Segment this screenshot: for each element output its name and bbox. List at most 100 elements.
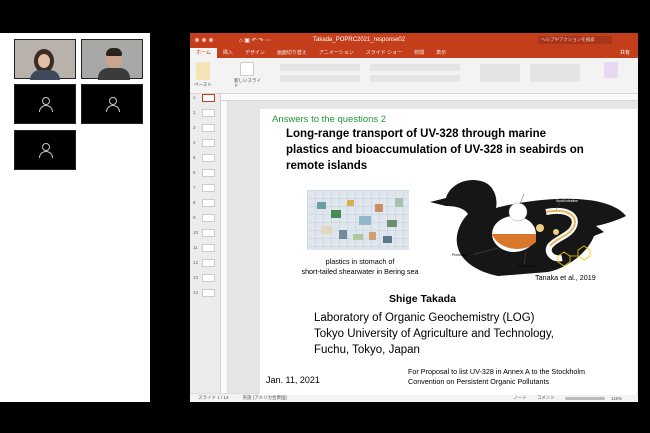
slide-thumbnail[interactable] [202, 184, 215, 192]
thumbnail-number: 14 [193, 290, 199, 295]
share-right-margin [638, 33, 650, 402]
ribbon: ペースト 新しいスライド [190, 58, 638, 94]
paragraph-controls[interactable] [370, 64, 460, 71]
quick-access-icons[interactable]: ⌂ ▣ ↶ ↷ ⋯ [239, 37, 271, 44]
drawing-controls[interactable] [530, 64, 580, 82]
participant-avatar-tile[interactable] [14, 84, 76, 124]
user-icon [38, 143, 53, 158]
thumbnail-number: 2 [193, 110, 196, 115]
top-black-band [0, 0, 650, 33]
slide-thumbnail[interactable] [202, 154, 215, 162]
image-caption: plastics in stomach of short-tailed shea… [290, 257, 430, 277]
screen: ⌂ ▣ ↶ ↷ ⋯ Takada_POPRC2021_response02 ヘル… [0, 0, 650, 433]
slide-thumbnail[interactable] [202, 169, 215, 177]
participant-gallery [0, 33, 150, 402]
new-slide-label: 新しいスライド [234, 78, 261, 88]
label-duodenum: Duodenum [518, 264, 535, 268]
label-small-intestine: Small intestine [556, 199, 579, 203]
font-selector[interactable] [280, 64, 360, 71]
title-bar: ⌂ ▣ ↶ ↷ ⋯ Takada_POPRC2021_response02 ヘル… [190, 33, 638, 47]
proposal-line-2: Convention on Persistent Organic Polluta… [408, 377, 550, 386]
participant-video-tile[interactable] [14, 39, 76, 80]
slide-thumbnail[interactable] [202, 94, 215, 102]
image-caption-line-2: short-tailed shearwater in Bering sea [301, 267, 419, 276]
thumbnail-number: 11 [193, 245, 198, 250]
slide-thumbnail[interactable] [202, 229, 215, 237]
thumbnail-number: 7 [193, 185, 196, 190]
alignment-controls[interactable] [370, 75, 460, 82]
thumbnail-number: 4 [193, 140, 196, 145]
comments-button[interactable]: コメント [537, 395, 555, 401]
thumbnail-number: 10 [193, 230, 199, 235]
language-indicator[interactable]: 英語 (アメリカ合衆国) [243, 395, 288, 401]
share-button[interactable]: 共有 [620, 48, 630, 58]
maximize-window-button[interactable] [209, 38, 213, 42]
ribbon-tabs: ホーム 挿入 デザイン 画面切り替え アニメーション スライド ショー 校閲 表… [190, 47, 638, 58]
label-proventriculus: Proventriculus [452, 253, 474, 257]
slide-heading: Answers to the questions 2 [272, 114, 387, 125]
horizontal-ruler [221, 94, 638, 101]
thumbnail-number: 9 [193, 215, 196, 220]
slide-thumbnail[interactable] [202, 199, 215, 207]
proposal-line-1: For Proposal to list UV-328 in Annex A t… [408, 367, 585, 376]
thumbnail-number: 5 [193, 155, 196, 160]
slide-thumbnail[interactable] [202, 139, 215, 147]
presenter-name: Shige Takada [389, 293, 456, 305]
tab-slideshow[interactable]: スライド ショー [360, 48, 408, 58]
plastics-photo-drawing [307, 190, 409, 250]
slide-thumbnail[interactable] [202, 274, 215, 282]
slide-thumbnail[interactable] [202, 214, 215, 222]
label-gizzard: Gizzard [518, 190, 530, 194]
affiliation-line-3: Fuchu, Tokyo, Japan [314, 344, 420, 356]
notes-button[interactable]: ノート [513, 395, 527, 401]
affiliation-line-1: Laboratory of Organic Geochemistry (LOG) [314, 312, 535, 324]
font-format-controls[interactable] [280, 75, 360, 82]
participant-video-tile[interactable] [81, 39, 143, 80]
tab-animations[interactable]: アニメーション [313, 48, 360, 58]
tab-insert[interactable]: 挿入 [217, 48, 239, 58]
image-caption-line-1: plastics in stomach of [325, 257, 395, 266]
presentation-date: Jan. 11, 2021 [266, 375, 320, 385]
slide-thumbnail[interactable] [202, 259, 215, 267]
search-input[interactable]: ヘルプやアクションを検索 [538, 36, 612, 44]
slide-thumbnail[interactable] [202, 289, 215, 297]
slide-title: Long-range transport of UV-328 through m… [286, 128, 584, 172]
share-left-margin [150, 33, 190, 402]
bottom-black-band [0, 402, 650, 433]
close-window-button[interactable] [195, 38, 199, 42]
new-slide-icon[interactable] [240, 62, 254, 76]
window-title: Takada_POPRC2021_response02 [313, 37, 406, 43]
tab-transitions[interactable]: 画面切り替え [271, 48, 313, 58]
plastics-photo [307, 190, 409, 250]
slide-thumbnail[interactable] [202, 244, 215, 252]
slide-thumbnail[interactable] [202, 124, 215, 132]
thumbnail-list: 1 2 3 4 5 6 7 8 9 10 11 12 13 14 [190, 94, 221, 393]
participant-avatar-tile[interactable] [14, 130, 76, 170]
convert-smartart-button[interactable] [480, 64, 520, 82]
window-controls [195, 38, 213, 42]
paste-icon[interactable] [196, 62, 210, 80]
tab-home[interactable]: ホーム [190, 48, 217, 58]
affiliation: Laboratory of Organic Geochemistry (LOG)… [314, 310, 614, 358]
vertical-ruler [221, 101, 228, 393]
thumbnail-number: 1 [193, 95, 196, 100]
paste-label: ペースト [194, 82, 212, 87]
proposal-note: For Proposal to list UV-328 in Annex A t… [408, 367, 636, 387]
tab-view[interactable]: 表示 [430, 48, 452, 58]
designer-icon[interactable] [604, 62, 618, 78]
participant-avatar-tile[interactable] [81, 84, 143, 124]
thumbnail-number: 13 [193, 275, 199, 280]
thumbnail-number: 8 [193, 200, 196, 205]
zoom-slider[interactable] [564, 396, 605, 400]
tab-design[interactable]: デザイン [239, 48, 271, 58]
slide-thumbnail[interactable] [202, 109, 215, 117]
zoom-level[interactable]: 116% [611, 396, 622, 401]
thumbnail-number: 12 [193, 260, 199, 265]
minimize-window-button[interactable] [202, 38, 206, 42]
citation: Tanaka et al., 2019 [535, 273, 596, 282]
affiliation-line-2: Tokyo University of Agriculture and Tech… [314, 328, 554, 340]
thumbnail-number: 6 [193, 170, 196, 175]
tab-review[interactable]: 校閲 [408, 48, 430, 58]
slide-count: スライド 1 / 14 [198, 395, 229, 400]
user-icon [38, 97, 53, 112]
